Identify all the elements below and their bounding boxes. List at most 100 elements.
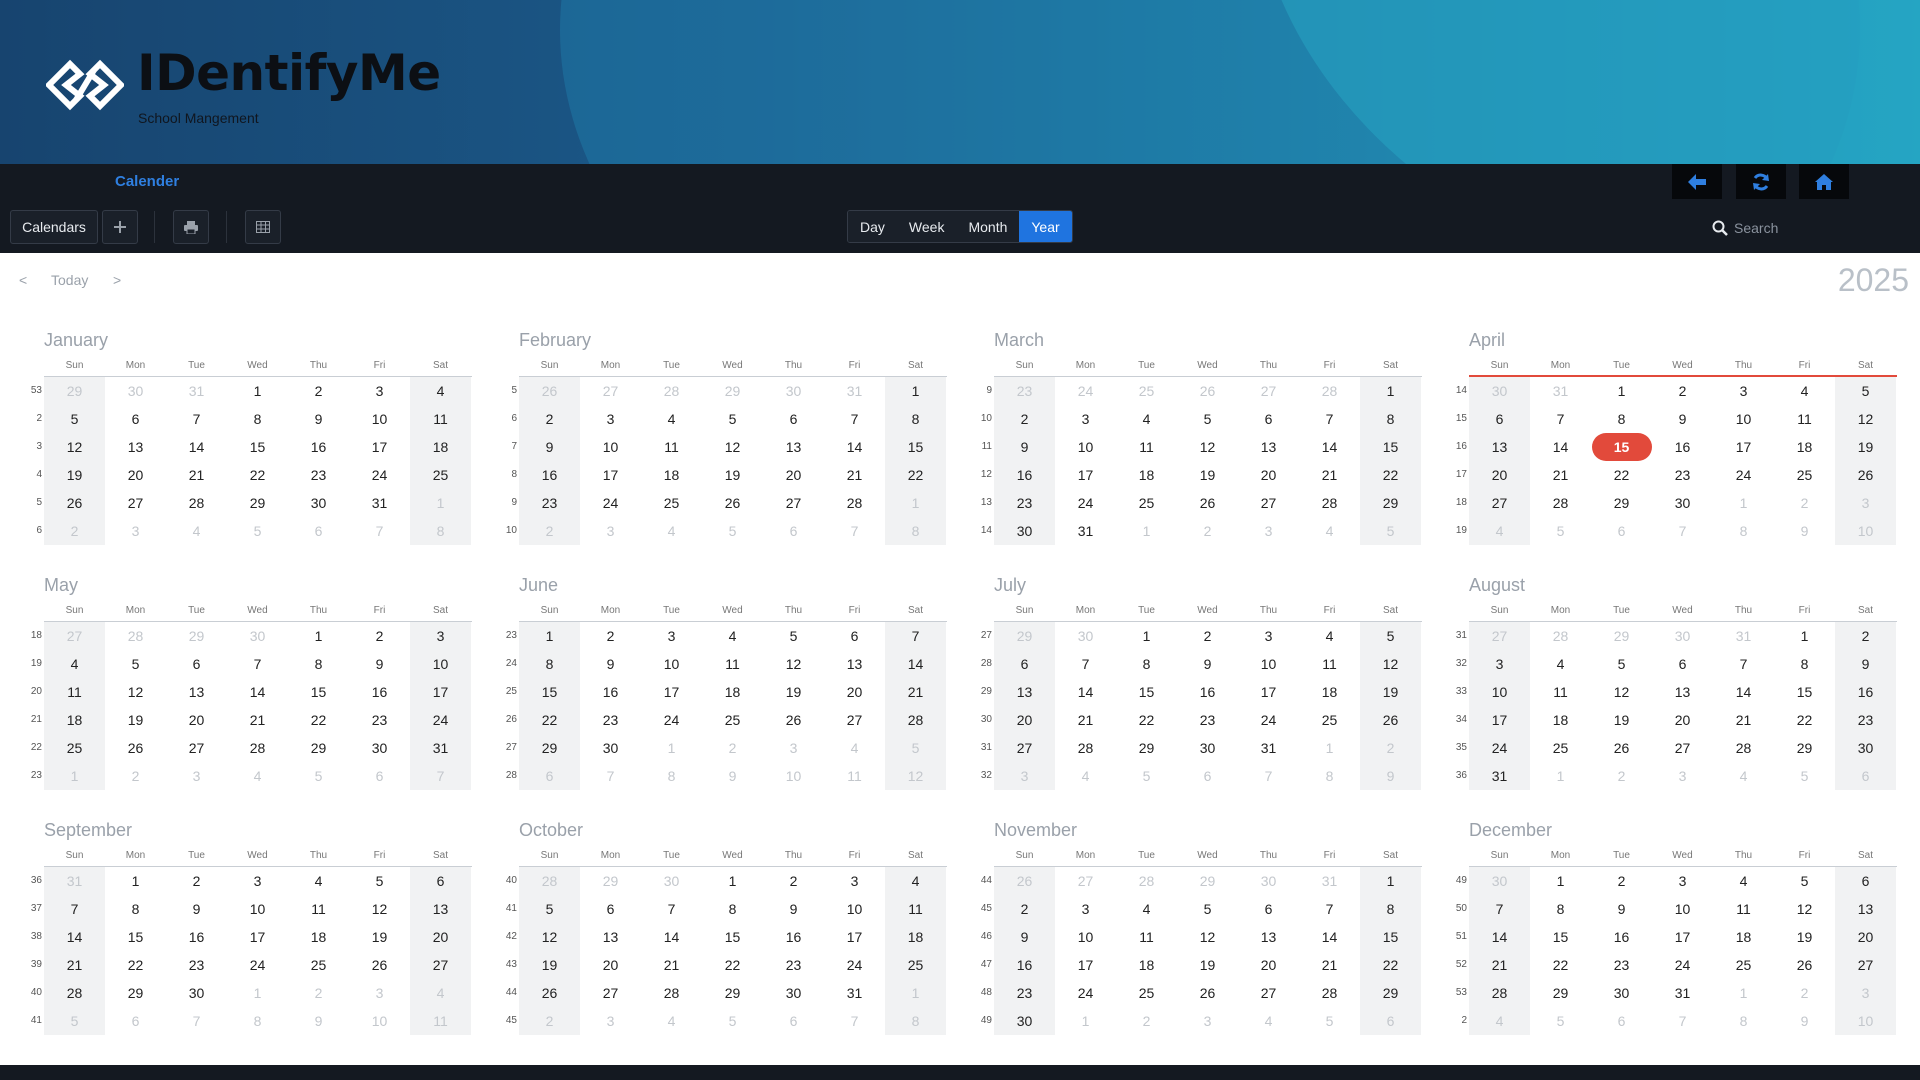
day-cell[interactable]: 27: [1238, 377, 1299, 405]
day-cell[interactable]: 21: [227, 706, 288, 734]
day-cell[interactable]: 12: [349, 895, 410, 923]
day-cell[interactable]: 31: [349, 489, 410, 517]
day-cell[interactable]: 16: [994, 951, 1055, 979]
day-cell[interactable]: 8: [1299, 762, 1360, 790]
day-cell[interactable]: 17: [227, 923, 288, 951]
month-title[interactable]: December: [1469, 820, 1552, 841]
day-cell[interactable]: 2: [1360, 734, 1421, 762]
day-cell[interactable]: 22: [1774, 706, 1835, 734]
day-cell[interactable]: 10: [1835, 1007, 1896, 1035]
day-cell[interactable]: 23: [580, 706, 641, 734]
day-cell[interactable]: 6: [105, 405, 166, 433]
day-cell[interactable]: 10: [1238, 650, 1299, 678]
day-cell[interactable]: 6: [1835, 867, 1896, 895]
day-cell[interactable]: 19: [105, 706, 166, 734]
day-cell[interactable]: 5: [1530, 1007, 1591, 1035]
day-cell[interactable]: 28: [1713, 734, 1774, 762]
day-cell[interactable]: 7: [166, 405, 227, 433]
day-cell[interactable]: 25: [1116, 377, 1177, 405]
day-cell[interactable]: 27: [1469, 622, 1530, 650]
day-cell[interactable]: 1: [1299, 734, 1360, 762]
day-cell[interactable]: 28: [227, 734, 288, 762]
day-cell[interactable]: 26: [105, 734, 166, 762]
day-cell[interactable]: 5: [702, 1007, 763, 1035]
day-cell[interactable]: 21: [166, 461, 227, 489]
print-button[interactable]: [173, 210, 209, 244]
day-cell[interactable]: 22: [1360, 951, 1421, 979]
day-cell[interactable]: 30: [1652, 489, 1713, 517]
day-cell[interactable]: 31: [1299, 867, 1360, 895]
grid-view-button[interactable]: [245, 210, 281, 244]
day-cell[interactable]: 2: [349, 622, 410, 650]
day-cell[interactable]: 28: [641, 377, 702, 405]
day-cell[interactable]: 18: [1116, 951, 1177, 979]
day-cell[interactable]: 30: [288, 489, 349, 517]
day-cell[interactable]: 2: [1116, 1007, 1177, 1035]
day-cell[interactable]: 10: [763, 762, 824, 790]
day-cell[interactable]: 10: [1835, 517, 1896, 545]
day-cell[interactable]: 5: [1177, 895, 1238, 923]
refresh-button[interactable]: [1736, 164, 1786, 199]
back-button[interactable]: [1672, 164, 1722, 199]
day-cell[interactable]: 7: [824, 1007, 885, 1035]
day-cell[interactable]: 31: [44, 867, 105, 895]
day-cell[interactable]: 1: [641, 734, 702, 762]
day-cell[interactable]: 16: [1591, 923, 1652, 951]
day-cell[interactable]: 8: [1530, 895, 1591, 923]
day-cell[interactable]: 2: [105, 762, 166, 790]
day-cell[interactable]: 9: [1591, 895, 1652, 923]
day-cell[interactable]: 30: [105, 377, 166, 405]
day-cell[interactable]: 7: [410, 762, 471, 790]
day-cell[interactable]: 31: [166, 377, 227, 405]
next-year-button[interactable]: >: [113, 272, 121, 288]
day-cell[interactable]: 1: [1713, 489, 1774, 517]
day-cell[interactable]: 29: [994, 622, 1055, 650]
day-cell[interactable]: 1: [702, 867, 763, 895]
day-cell[interactable]: 28: [44, 979, 105, 1007]
day-cell[interactable]: 30: [1469, 377, 1530, 405]
day-cell[interactable]: 11: [410, 1007, 471, 1035]
day-cell[interactable]: 18: [1530, 706, 1591, 734]
day-cell[interactable]: 24: [1055, 489, 1116, 517]
day-cell[interactable]: 7: [885, 622, 946, 650]
day-cell[interactable]: 21: [885, 678, 946, 706]
day-cell[interactable]: 3: [349, 979, 410, 1007]
day-cell[interactable]: 27: [1652, 734, 1713, 762]
day-cell[interactable]: 3: [1469, 650, 1530, 678]
day-cell[interactable]: 24: [824, 951, 885, 979]
day-cell[interactable]: 4: [641, 1007, 702, 1035]
day-cell[interactable]: 1: [885, 377, 946, 405]
day-cell[interactable]: 17: [641, 678, 702, 706]
day-cell[interactable]: 3: [105, 517, 166, 545]
day-cell[interactable]: 10: [1713, 405, 1774, 433]
day-cell[interactable]: 19: [763, 678, 824, 706]
day-cell[interactable]: 13: [994, 678, 1055, 706]
day-cell[interactable]: 2: [702, 734, 763, 762]
day-cell[interactable]: 19: [1591, 706, 1652, 734]
day-cell[interactable]: 4: [288, 867, 349, 895]
day-cell[interactable]: 16: [1177, 678, 1238, 706]
day-cell[interactable]: 9: [994, 433, 1055, 461]
day-cell[interactable]: 29: [1116, 734, 1177, 762]
day-cell[interactable]: 29: [44, 377, 105, 405]
day-cell[interactable]: 8: [1713, 1007, 1774, 1035]
day-cell[interactable]: 3: [349, 377, 410, 405]
day-cell[interactable]: 5: [1360, 622, 1421, 650]
day-cell[interactable]: 4: [166, 517, 227, 545]
day-cell[interactable]: 7: [1652, 1007, 1713, 1035]
day-cell[interactable]: 17: [1713, 433, 1774, 461]
day-cell[interactable]: 2: [580, 622, 641, 650]
day-cell[interactable]: 29: [1774, 734, 1835, 762]
day-cell[interactable]: 8: [105, 895, 166, 923]
day-cell[interactable]: 2: [44, 517, 105, 545]
day-cell[interactable]: 7: [227, 650, 288, 678]
day-cell[interactable]: 28: [1055, 734, 1116, 762]
day-cell[interactable]: 24: [410, 706, 471, 734]
day-cell[interactable]: 7: [1469, 895, 1530, 923]
day-cell[interactable]: 27: [580, 979, 641, 1007]
day-cell[interactable]: 10: [580, 433, 641, 461]
day-cell[interactable]: 18: [1713, 923, 1774, 951]
day-cell[interactable]: 9: [1360, 762, 1421, 790]
day-cell[interactable]: 10: [1469, 678, 1530, 706]
day-cell[interactable]: 8: [288, 650, 349, 678]
